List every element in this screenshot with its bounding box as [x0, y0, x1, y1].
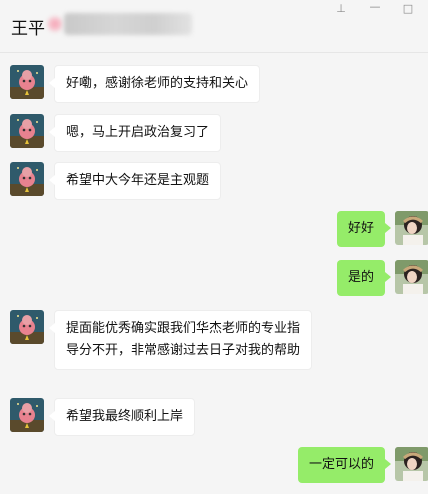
message-bubble[interactable]: 希望中大今年还是主观题 — [48, 162, 222, 200]
chat-header: 王平 ⊥ — □ — [0, 0, 428, 53]
message-bubble[interactable]: 嗯，马上开启政治复习了 — [48, 114, 222, 152]
redacted-emoji — [47, 16, 63, 32]
pin-icon[interactable]: ⊥ — [334, 2, 348, 15]
contact-name[interactable]: 王平 — [11, 14, 45, 39]
self-avatar[interactable] — [395, 211, 428, 245]
self-avatar[interactable] — [395, 260, 428, 294]
maximize-icon[interactable]: □ — [401, 2, 415, 15]
message-bubble-self[interactable]: 一定可以的 — [297, 447, 392, 483]
message-bubble[interactable]: 希望我最终顺利上岸 — [48, 398, 196, 436]
contact-avatar[interactable] — [10, 162, 44, 196]
message-bubble[interactable]: 好嘞，感谢徐老师的支持和关心 — [48, 65, 261, 103]
contact-avatar[interactable] — [10, 398, 44, 432]
redacted-text — [64, 13, 192, 35]
contact-avatar[interactable] — [10, 114, 44, 148]
message-bubble[interactable]: 提面能优秀确实跟我们华杰老师的专业指导分不开，非常感谢过去日子对我的帮助 — [49, 310, 312, 370]
contact-avatar[interactable] — [10, 310, 44, 344]
message-bubble-self[interactable]: 是的 — [336, 260, 392, 296]
contact-avatar[interactable] — [10, 65, 44, 99]
self-avatar[interactable] — [395, 447, 428, 481]
minimize-icon[interactable]: — — [368, 0, 382, 13]
message-bubble-self[interactable]: 好好 — [336, 211, 392, 247]
